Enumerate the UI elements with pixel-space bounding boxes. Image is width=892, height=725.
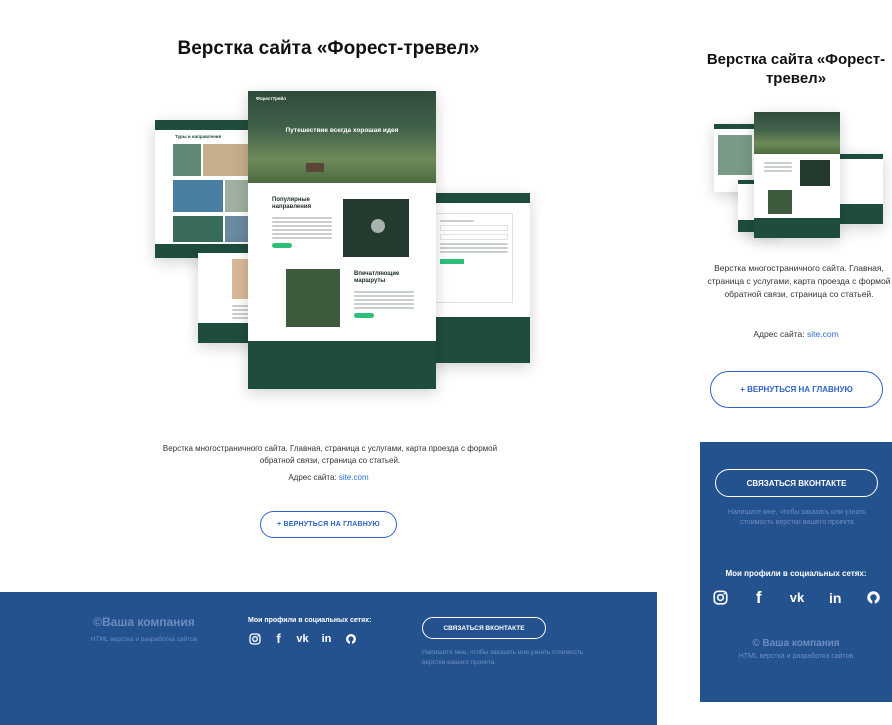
mobile-contact-vk-button[interactable]: СВЯЗАТЬСЯ ВКОНТАКТЕ [715,469,878,497]
facebook-icon[interactable]: f [750,588,767,607]
mockup-main-page: ФорестТрейл Путешествие всегда хорошая и… [248,91,436,389]
github-icon[interactable] [344,632,357,645]
mockup-contacts-page [429,193,530,363]
mobile-social-title: Мои профили в социальных сетях: [725,569,867,578]
mockup-logo: ФорестТрейл [256,96,286,101]
mobile-mockup-collage [708,110,888,240]
mockup-popular-title: Популярные направления [272,197,312,210]
mobile-site-address: Адрес сайта: site.com [700,329,892,339]
mobile-footer-note: Напишите мне, чтобы заказать или узнать … [727,509,867,526]
mockup-hero-image: ФорестТрейл Путешествие всегда хорошая и… [248,91,436,183]
mobile-footer-company: © Ваша компания [752,638,840,649]
footer-note: Напишите мне, чтобы заказать или узнать … [422,649,584,666]
facebook-icon[interactable]: f [272,631,285,646]
footer-company-sub: HTML верстка и разработка сайтов [90,636,198,643]
linkedin-icon[interactable]: in [320,632,333,645]
vk-icon[interactable]: vk [789,589,806,606]
mockup-tours-page: Туры и направления [155,120,255,258]
mobile-back-to-home-button[interactable]: + ВЕРНУТЬСЯ НА ГЛАВНУЮ [710,371,883,408]
mobile-footer: СВЯЗАТЬСЯ ВКОНТАКТЕ Напишите мне, чтобы … [700,442,892,702]
mockup-routes-title: Впечатляющие маршруты [354,271,400,284]
instagram-icon[interactable] [248,632,261,645]
vk-icon[interactable]: vk [296,632,309,645]
social-title: Мои профили в социальных сетях: [248,617,372,624]
project-description: Верстка многостраничного сайта. Главная,… [162,444,498,465]
instagram-icon[interactable] [712,589,729,606]
mobile-site-address-link[interactable]: site.com [807,329,839,339]
mobile-page-title: Верстка сайта «Форест-тревел» [706,51,886,87]
site-address-link[interactable]: site.com [339,473,369,482]
mobile-social-icons: f vk in [712,588,882,607]
social-icons: f vk in [248,631,357,646]
site-address: Адрес сайта: site.com [0,473,657,482]
site-address-label: Адрес сайта: [288,473,339,482]
footer: ©Ваша компания HTML верстка и разработка… [0,592,657,725]
back-to-home-button[interactable]: + ВЕРНУТЬСЯ НА ГЛАВНУЮ [260,511,397,538]
mobile-project-description: Верстка многостраничного сайта. Главная,… [707,263,891,299]
mockup-hero-text: Путешествие всегда хорошая идея [285,127,399,134]
site-mockup-collage: Туры и направления ФорестТрейл Путешеств… [150,88,540,393]
mockup-tours-title: Туры и направления [175,134,222,139]
mobile-footer-company-sub: HTML верстка и разработка сайтов [738,653,854,660]
contact-vk-button[interactable]: СВЯЗАТЬСЯ ВКОНТАКТЕ [422,617,546,639]
linkedin-icon[interactable]: in [827,589,844,606]
page-title: Верстка сайта «Форест-тревел» [177,38,480,59]
mobile-site-address-label: Адрес сайта: [753,329,807,339]
desktop-view: Верстка сайта «Форест-тревел» Туры и нап… [0,0,657,725]
github-icon[interactable] [865,589,882,606]
mobile-view: Верстка сайта «Форест-тревел» Верстка мн… [700,0,892,725]
footer-company: ©Ваша компания [93,615,195,629]
